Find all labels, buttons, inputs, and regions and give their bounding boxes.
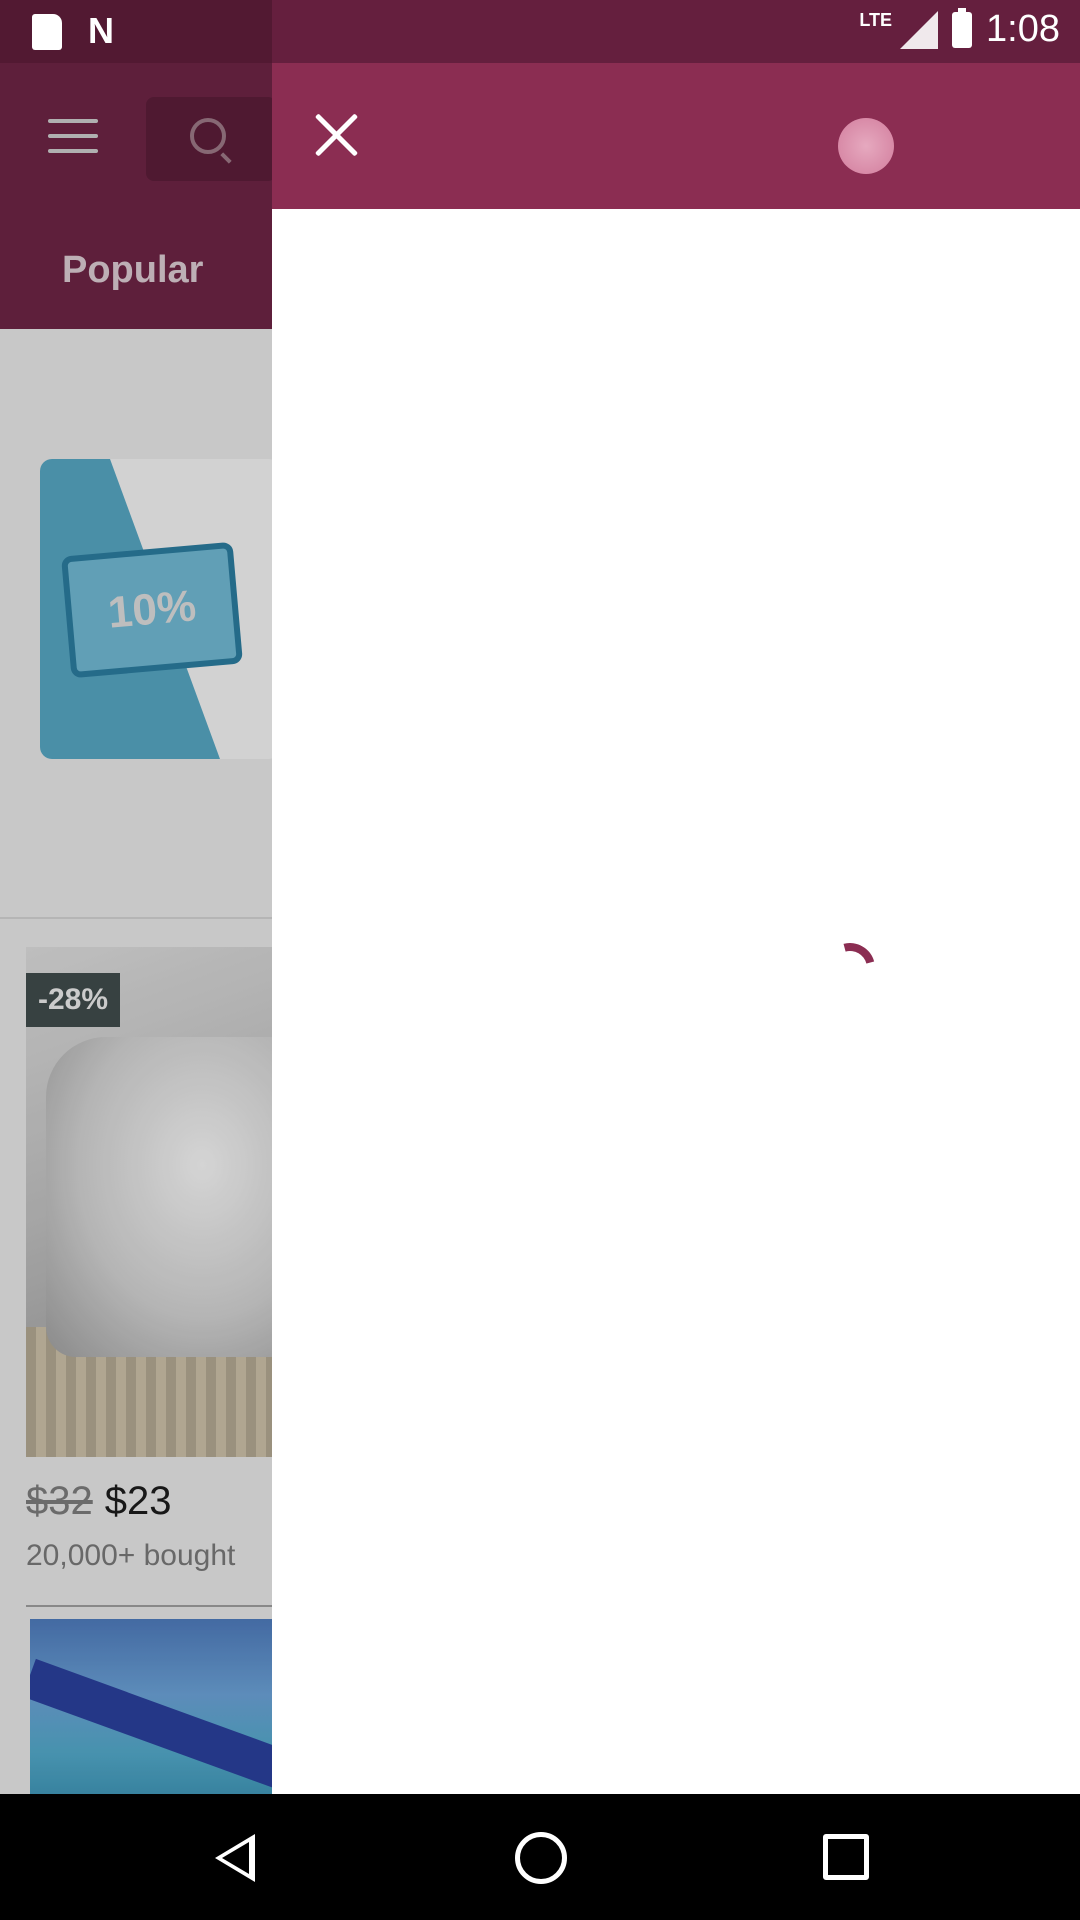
network-type: LTE xyxy=(859,10,893,30)
close-icon[interactable] xyxy=(312,111,360,159)
notification-n-icon: N xyxy=(88,10,114,51)
clock: 1:08 xyxy=(986,8,1060,50)
panel-header xyxy=(272,63,1080,209)
sd-card-icon xyxy=(32,14,62,50)
side-panel xyxy=(272,63,1080,1794)
navigation-bar xyxy=(0,1794,1080,1920)
recents-icon[interactable] xyxy=(823,1834,869,1880)
touch-indicator xyxy=(838,118,894,174)
status-bar: N LTE 1:08 xyxy=(0,0,1080,63)
status-right-group: LTE 1:08 xyxy=(859,7,1060,51)
back-icon[interactable] xyxy=(215,1834,255,1882)
scrim[interactable] xyxy=(0,63,272,1794)
signal-icon xyxy=(900,10,939,49)
background-app: Popular 10% -28% $32 $23 20,000+ bought xyxy=(0,63,272,1794)
loading-spinner-icon xyxy=(825,943,865,983)
battery-charging-icon xyxy=(952,7,973,48)
home-icon[interactable] xyxy=(515,1832,567,1884)
